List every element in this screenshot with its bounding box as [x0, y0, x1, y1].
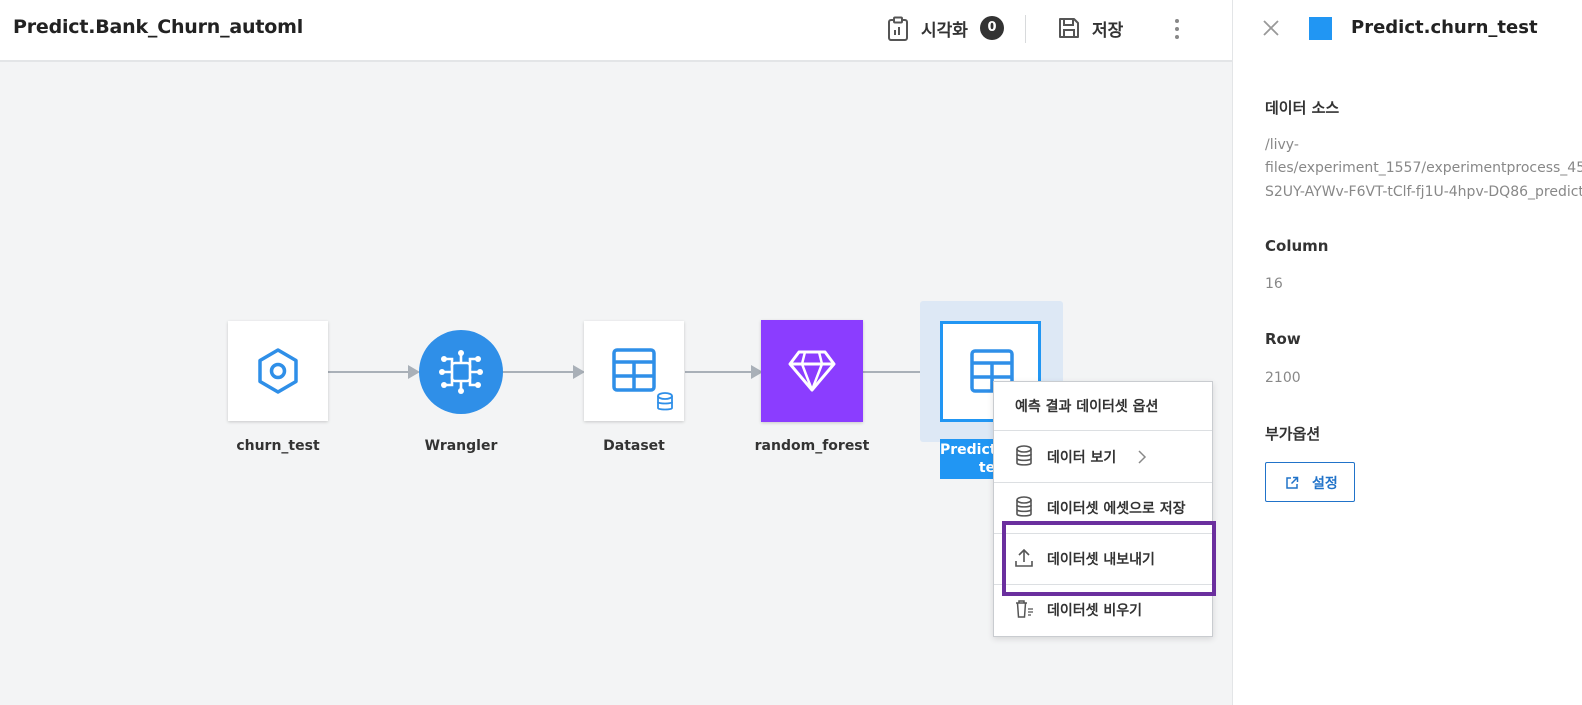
node-color-swatch	[1309, 17, 1332, 40]
external-link-icon	[1286, 476, 1299, 489]
menu-item-label: 데이터 보기	[1047, 450, 1117, 466]
more-vertical-icon[interactable]	[1170, 16, 1184, 42]
toolbar-divider	[1025, 15, 1026, 43]
node-label: random_forest	[754, 438, 870, 454]
column-heading: Column	[1265, 237, 1329, 255]
menu-item-view-data[interactable]: 데이터 보기	[994, 431, 1212, 481]
workspace: Predict.Bank_Churn_automl 시각화 0 저장 churn…	[0, 0, 1232, 705]
diamond-icon	[788, 350, 836, 392]
highlight-box	[1002, 521, 1216, 596]
wrangler-icon	[439, 350, 483, 394]
visualize-count-badge: 0	[980, 16, 1004, 40]
node-label: churn_test	[236, 438, 320, 454]
data-source-path-line: S2UY-AYWv-F6VT-tClf-fj1U-4hpv-DQ86_predi…	[1265, 184, 1582, 200]
top-bar: Predict.Bank_Churn_automl 시각화 0 저장	[0, 0, 1232, 62]
page-title: Predict.Bank_Churn_automl	[13, 16, 304, 38]
database-badge-icon	[654, 391, 676, 413]
hexagon-icon	[258, 348, 298, 394]
extra-options-heading: 부가옵션	[1265, 425, 1321, 443]
row-heading: Row	[1265, 330, 1301, 348]
node-circle[interactable]	[419, 330, 503, 414]
menu-item-label: 데이터셋 에셋으로 저장	[1047, 501, 1186, 517]
settings-button-label: 설정	[1312, 476, 1338, 492]
save-icon[interactable]	[1058, 17, 1080, 39]
edge-line	[502, 371, 576, 373]
node-label-selected: Predict. te	[940, 439, 1000, 479]
node-box[interactable]	[228, 321, 328, 421]
edge-line	[685, 371, 754, 373]
panel-title: Predict.churn_test	[1351, 17, 1538, 38]
save-button[interactable]: 저장	[1092, 16, 1123, 41]
row-value: 2100	[1265, 370, 1301, 386]
node-label: Dataset	[603, 438, 665, 454]
node-box[interactable]	[761, 320, 863, 422]
properties-panel: Predict.churn_test 데이터 소스 /livy- files/e…	[1232, 0, 1582, 705]
visualize-button[interactable]: 시각화	[921, 16, 968, 41]
data-source-path-line: /livy-	[1265, 137, 1299, 153]
clipboard-chart-icon[interactable]	[887, 16, 909, 42]
node-label-line2: te	[978, 460, 996, 476]
column-value: 16	[1265, 276, 1283, 292]
settings-button[interactable]: 설정	[1265, 462, 1355, 502]
database-icon	[1016, 496, 1032, 517]
menu-title: 예측 결과 데이터셋 옵션	[1015, 399, 1159, 415]
table-icon	[612, 348, 656, 392]
data-source-path-line: files/experiment_1557/experimentprocess_…	[1265, 160, 1582, 176]
database-icon	[1016, 445, 1032, 466]
close-icon[interactable]	[1261, 18, 1281, 38]
node-label-line1: Predict.	[940, 442, 1000, 458]
edge-line	[328, 371, 410, 373]
trash-icon	[1016, 600, 1033, 618]
node-box[interactable]	[584, 321, 684, 421]
node-label: Wrangler	[424, 438, 498, 454]
dataset-options-menu: 예측 결과 데이터셋 옵션 데이터 보기 데이터셋 에셋으로 저장 데이터셋 내…	[993, 381, 1213, 637]
menu-item-label: 데이터셋 비우기	[1047, 603, 1143, 619]
data-source-heading: 데이터 소스	[1265, 99, 1340, 117]
chevron-right-icon	[1138, 450, 1147, 464]
